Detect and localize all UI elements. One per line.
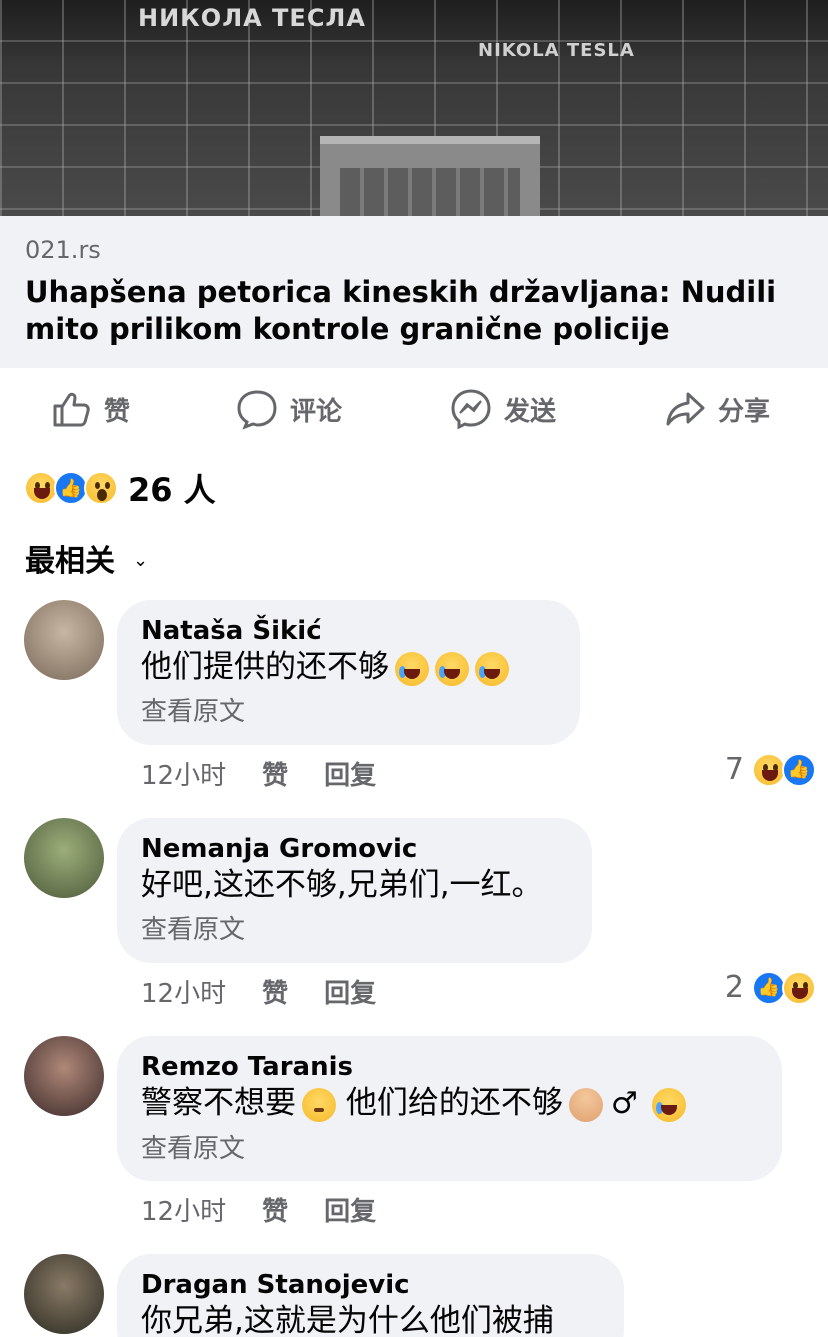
like-reaction-icon: 👍 bbox=[752, 970, 786, 1005]
comment-bubble[interactable]: Nataša Šikić 他们提供的还不够 查看原文 bbox=[117, 600, 580, 745]
see-original-link[interactable]: 查看原文 bbox=[141, 912, 568, 948]
comment-author[interactable]: Remzo Taranis bbox=[141, 1052, 758, 1082]
share-label: 分享 bbox=[718, 396, 771, 427]
sign-latin: NIKOLA TESLA bbox=[478, 40, 635, 61]
comment-time: 12小时 bbox=[141, 761, 227, 791]
see-original-link[interactable]: 查看原文 bbox=[141, 1131, 758, 1167]
comment-text-part: 他们给的还不够 bbox=[345, 1085, 563, 1121]
comment-text-part: 警察不想要 bbox=[141, 1085, 296, 1121]
reaction-summary[interactable]: 👍 26 人 bbox=[24, 468, 216, 509]
comment-meta: 12小时 赞 回复 bbox=[141, 755, 376, 792]
tears-of-joy-icon bbox=[475, 651, 509, 686]
comment-reply-button[interactable]: 回复 bbox=[324, 755, 376, 792]
comment-reaction-count: 2 bbox=[724, 970, 744, 1005]
like-icon bbox=[53, 392, 90, 427]
comment-bubble[interactable]: Dragan Stanojevic 你兄弟,这就是为什么他们被捕 bbox=[117, 1254, 624, 1337]
comment-reply-button[interactable]: 回复 bbox=[324, 973, 376, 1010]
comment-reactions[interactable]: 7 👍 bbox=[724, 752, 816, 787]
comment-sort-dropdown[interactable]: 最相关 ⌄ bbox=[25, 536, 148, 580]
comment-text: 他们提供的还不够 bbox=[141, 646, 556, 688]
comment-reply-button[interactable]: 回复 bbox=[324, 1191, 376, 1228]
see-original-link[interactable]: 查看原文 bbox=[141, 694, 556, 730]
post-action-bar: 赞 评论 发送 分享 bbox=[0, 368, 828, 448]
person-shrugging-icon bbox=[568, 1087, 603, 1122]
wow-reaction-icon bbox=[84, 471, 118, 505]
comment-meta: 12小时 赞 回复 bbox=[141, 1191, 376, 1228]
link-headline[interactable]: Uhapšena petorica kineskih državljana: N… bbox=[25, 274, 815, 348]
tears-of-joy-icon bbox=[395, 651, 429, 686]
tears-of-joy-icon bbox=[651, 1087, 686, 1122]
link-preview-image[interactable]: НИКОЛА ТЕСЛА NIKOLA TESLA bbox=[0, 0, 828, 216]
avatar[interactable] bbox=[24, 1036, 104, 1116]
comment-time: 12小时 bbox=[141, 1197, 227, 1227]
sign-cyrillic: НИКОЛА ТЕСЛА bbox=[138, 4, 366, 32]
like-button[interactable]: 赞 bbox=[50, 388, 130, 430]
share-icon bbox=[666, 392, 705, 426]
comment-label: 评论 bbox=[290, 396, 343, 427]
reaction-count: 26 人 bbox=[128, 471, 216, 509]
send-button[interactable]: 发送 bbox=[450, 388, 556, 430]
avatar[interactable] bbox=[24, 818, 104, 898]
comment-time: 12小时 bbox=[141, 979, 227, 1009]
like-reaction-icon: 👍 bbox=[782, 752, 816, 787]
comment-bubble[interactable]: Nemanja Gromovic 好吧,这还不够,兄弟们,一红。 查看原文 bbox=[117, 818, 592, 963]
messenger-icon bbox=[451, 389, 491, 430]
comment-bubble[interactable]: Remzo Taranis 警察不想要 他们给的还不够 ♂ 查看原文 bbox=[117, 1036, 782, 1181]
comment-text-content: 他们提供的还不够 bbox=[141, 649, 389, 685]
comment-text: 你兄弟,这就是为什么他们被捕 bbox=[141, 1303, 554, 1337]
chevron-down-icon: ⌄ bbox=[133, 549, 149, 571]
comment-author[interactable]: Dragan Stanojevic bbox=[141, 1270, 600, 1300]
link-preview[interactable]: 021.rs Uhapšena petorica kineskih državl… bbox=[0, 216, 828, 368]
comment-like-button[interactable]: 赞 bbox=[262, 1191, 288, 1228]
comment-like-button[interactable]: 赞 bbox=[262, 973, 288, 1010]
sort-label: 最相关 bbox=[25, 544, 115, 579]
send-label: 发送 bbox=[504, 396, 557, 427]
comment-button[interactable]: 评论 bbox=[236, 388, 342, 430]
comment-text: 警察不想要 他们给的还不够 ♂ bbox=[141, 1082, 758, 1125]
comment-meta: 12小时 赞 回复 bbox=[141, 973, 376, 1010]
haha-reaction-icon bbox=[782, 970, 816, 1005]
comment-reaction-count: 7 bbox=[724, 752, 744, 787]
comment-text: 好吧,这还不够,兄弟们,一红。 bbox=[141, 867, 543, 903]
share-button[interactable]: 分享 bbox=[664, 388, 770, 430]
male-sign-icon: ♂ bbox=[610, 1086, 638, 1121]
tears-of-joy-icon bbox=[435, 651, 469, 686]
comment-icon bbox=[237, 390, 277, 430]
comment-like-button[interactable]: 赞 bbox=[262, 755, 288, 792]
link-domain: 021.rs bbox=[25, 236, 101, 264]
like-reaction-icon: 👍 bbox=[54, 471, 88, 505]
building-entrance bbox=[320, 136, 540, 216]
haha-reaction-icon bbox=[752, 752, 786, 787]
avatar[interactable] bbox=[24, 1254, 104, 1334]
avatar[interactable] bbox=[24, 600, 104, 680]
comment-author[interactable]: Nemanja Gromovic bbox=[141, 834, 568, 864]
like-label: 赞 bbox=[104, 396, 131, 427]
haha-reaction-icon bbox=[24, 471, 58, 505]
comment-author[interactable]: Nataša Šikić bbox=[141, 616, 556, 646]
thinking-face-icon bbox=[302, 1087, 336, 1122]
comment-reactions[interactable]: 2 👍 bbox=[724, 970, 816, 1005]
